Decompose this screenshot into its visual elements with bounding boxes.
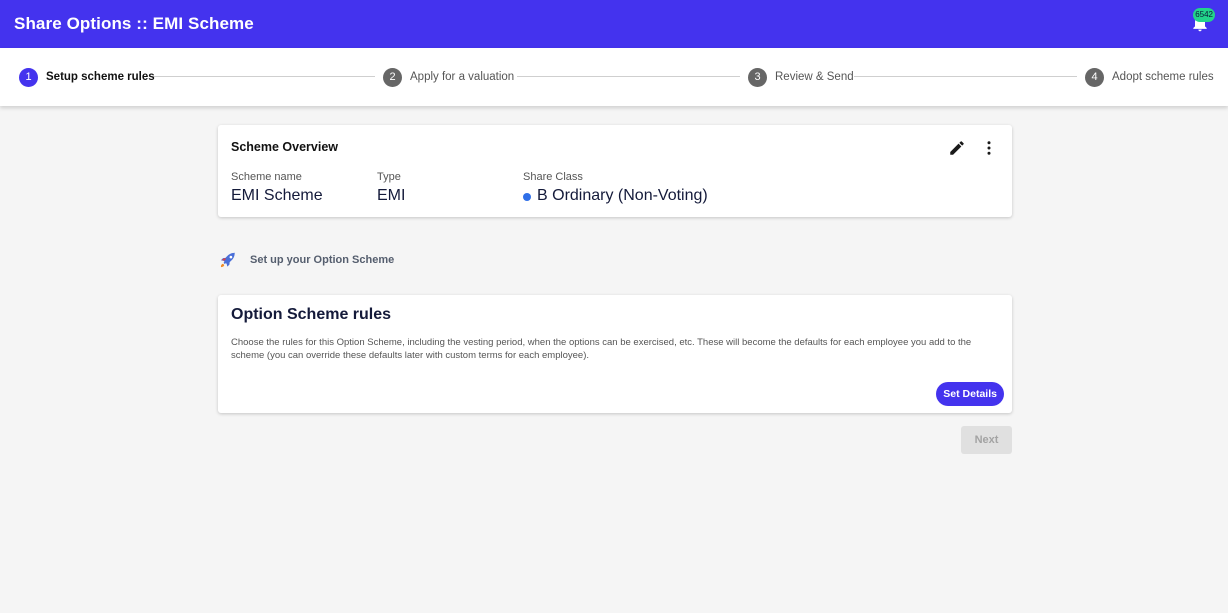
step-1[interactable]: 1 Setup scheme rules [19,67,155,87]
share-class-color-dot [523,193,531,201]
field-value: EMI [377,187,406,204]
app-title: Share Options :: EMI Scheme [14,14,254,33]
step-3[interactable]: 3 Review & Send [748,67,854,87]
step-number: 2 [383,67,402,87]
stepper: 1 Setup scheme rules 2 Apply for a valua… [0,48,1228,106]
app-bar: Share Options :: EMI Scheme [0,0,1228,48]
step-number: 3 [748,67,767,87]
scheme-name-field: Scheme name EMI Scheme [231,171,323,205]
field-label: Scheme name [231,171,302,183]
setup-text: Set up your Option Scheme [250,254,395,266]
step-number: 1 [19,67,38,87]
rocket-icon [220,252,236,268]
scheme-overview-card: Scheme Overview Scheme name EMI Scheme T… [218,125,1012,217]
step-number: 4 [1085,67,1104,87]
step-connector [153,76,375,77]
step-connector [517,76,740,77]
field-label: Type [377,171,401,183]
step-label: Apply for a valuation [410,71,515,83]
field-value: B Ordinary (Non-Voting) [523,187,708,205]
step-label: Adopt scheme rules [1112,71,1214,83]
field-value: EMI Scheme [231,187,323,204]
field-label: Share Class [523,171,583,183]
share-class-field: Share Class B Ordinary (Non-Voting) [523,171,708,205]
type-field: Type EMI [377,171,405,205]
set-details-button[interactable]: Set Details [936,382,1004,406]
overview-title: Scheme Overview [231,140,339,154]
step-2[interactable]: 2 Apply for a valuation [383,67,514,87]
setup-heading: Set up your Option Scheme [218,249,394,271]
next-button[interactable]: Next [961,426,1012,454]
step-label: Review & Send [775,71,854,83]
step-label: Setup scheme rules [46,71,155,83]
step-connector [854,76,1077,77]
rules-description: Choose the rules for this Option Scheme,… [231,337,972,361]
notification-badge: 6542 [1193,8,1215,22]
more-vertical-icon[interactable] [980,139,998,157]
step-4[interactable]: 4 Adopt scheme rules [1085,67,1214,87]
option-scheme-rules-card: Option Scheme rules Choose the rules for… [218,295,1012,413]
rules-title: Option Scheme rules [231,306,392,323]
edit-icon[interactable] [948,139,966,157]
